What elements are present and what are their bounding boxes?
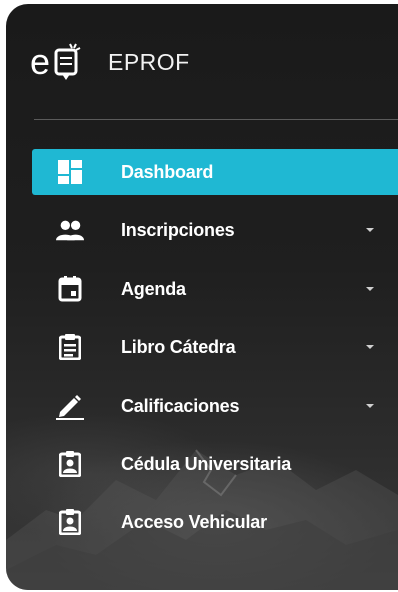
sidebar-item-libro-catedra[interactable]: Libro Cátedra	[6, 324, 398, 370]
svg-text:e: e	[30, 41, 50, 82]
eprof-logo-icon: e	[30, 41, 81, 82]
id-badge-icon	[56, 508, 84, 536]
sidebar-item-agenda[interactable]: Agenda	[6, 266, 398, 312]
sidebar-item-cedula-universitaria[interactable]: Cédula Universitaria	[6, 441, 398, 487]
calendar-icon	[56, 275, 84, 303]
sidebar-item-label: Cédula Universitaria	[121, 453, 292, 474]
sidebar-item-dashboard[interactable]: Dashboard	[32, 149, 398, 195]
clipboard-icon	[56, 333, 84, 361]
brand[interactable]: e EPROF	[30, 40, 190, 84]
chevron-down-icon	[366, 404, 374, 408]
sidebar-item-calificaciones[interactable]: Calificaciones	[6, 383, 398, 429]
sidebar-item-label: Agenda	[121, 278, 186, 299]
sidebar: e EPROF Dashboard Inscripciones Agenda L…	[6, 4, 398, 590]
sidebar-item-label: Dashboard	[121, 161, 214, 182]
sidebar-item-label: Calificaciones	[121, 395, 240, 416]
sidebar-item-label: Libro Cátedra	[121, 336, 236, 357]
chevron-down-icon	[366, 287, 374, 291]
sidebar-item-label: Acceso Vehicular	[121, 511, 267, 532]
divider	[34, 119, 398, 120]
people-icon	[56, 216, 84, 244]
sidebar-item-label: Inscripciones	[121, 219, 235, 240]
sidebar-item-inscripciones[interactable]: Inscripciones	[6, 207, 398, 253]
pencil-icon	[56, 392, 84, 420]
sidebar-item-acceso-vehicular[interactable]: Acceso Vehicular	[6, 499, 398, 545]
id-badge-icon	[56, 450, 84, 478]
dashboard-icon	[56, 158, 84, 186]
chevron-down-icon	[366, 345, 374, 349]
brand-title: EPROF	[108, 48, 190, 75]
chevron-down-icon	[366, 228, 374, 232]
